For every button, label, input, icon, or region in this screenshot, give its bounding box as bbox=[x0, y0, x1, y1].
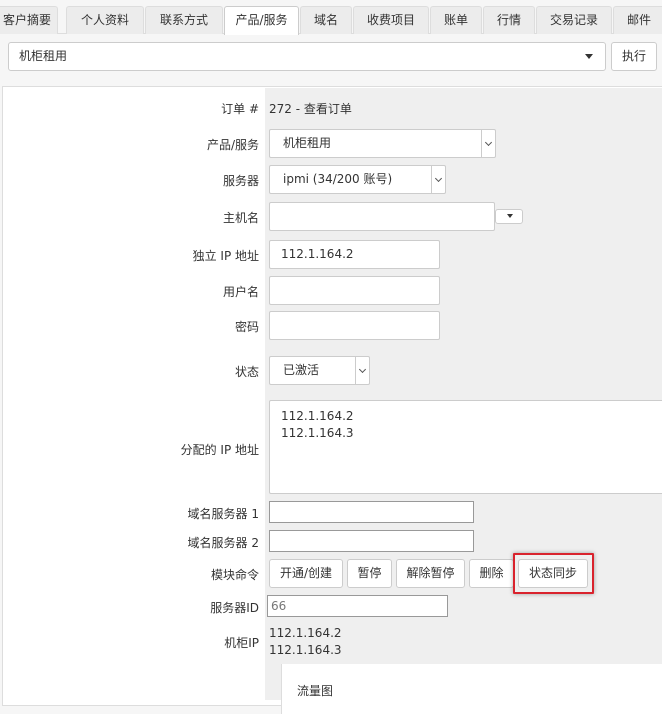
tab-emails[interactable]: 邮件 bbox=[613, 6, 662, 34]
rack-ip-label: 机柜IP bbox=[224, 636, 259, 650]
tab-bar: 客户摘要 个人资料 联系方式 产品/服务 域名 收费项目 账单 行情 交易记录 … bbox=[0, 0, 662, 35]
caret-down-icon bbox=[507, 214, 513, 218]
ns2-input[interactable] bbox=[269, 530, 474, 552]
chevron-down-icon bbox=[355, 357, 369, 384]
server-id-label: 服务器ID bbox=[210, 601, 259, 615]
tab-contacts[interactable]: 联系方式 bbox=[145, 6, 223, 34]
assigned-ip-line: 112.1.164.3 bbox=[281, 426, 354, 440]
tab-profile[interactable]: 个人资料 bbox=[66, 6, 144, 34]
product-label: 产品/服务 bbox=[206, 138, 259, 152]
server-label: 服务器 bbox=[222, 174, 259, 188]
product-selector-value: 机柜租用 bbox=[19, 49, 68, 63]
rack-ip-value-1: 112.1.164.2 bbox=[269, 626, 342, 640]
product-selector[interactable]: 机柜租用 bbox=[8, 42, 606, 71]
run-button[interactable]: 执行 bbox=[611, 42, 657, 71]
ns1-label: 域名服务器 1 bbox=[187, 507, 259, 521]
hostname-input[interactable] bbox=[269, 202, 495, 231]
assigned-ip-line: 112.1.164.2 bbox=[281, 409, 354, 423]
server-id-input[interactable]: 66 bbox=[267, 595, 448, 617]
password-label: 密码 bbox=[234, 320, 259, 334]
tab-invoices[interactable]: 账单 bbox=[430, 6, 482, 34]
traffic-section: 流量图 bbox=[281, 664, 662, 714]
status-select-value: 已激活 bbox=[283, 363, 320, 377]
dedicated-ip-input[interactable]: 112.1.164.2 bbox=[269, 240, 440, 269]
traffic-title: 流量图 bbox=[297, 684, 334, 698]
create-button[interactable]: 开通/创建 bbox=[269, 559, 343, 588]
tab-billable-items[interactable]: 收费项目 bbox=[353, 6, 429, 34]
unsuspend-button[interactable]: 解除暂停 bbox=[396, 559, 465, 588]
chevron-down-icon bbox=[431, 166, 445, 193]
ns1-input[interactable] bbox=[269, 501, 474, 523]
chevron-down-icon bbox=[481, 130, 495, 157]
hostname-label: 主机名 bbox=[222, 211, 259, 225]
product-select-value: 机柜租用 bbox=[283, 136, 332, 150]
username-input[interactable] bbox=[269, 276, 440, 305]
password-input[interactable] bbox=[269, 311, 440, 340]
tab-quotes[interactable]: 行情 bbox=[483, 6, 535, 34]
status-select[interactable]: 已激活 bbox=[269, 356, 370, 385]
rack-ip-value-2: 112.1.164.3 bbox=[269, 643, 342, 657]
server-select-value: ipmi (34/200 账号) bbox=[283, 172, 393, 186]
ns2-label: 域名服务器 2 bbox=[187, 536, 259, 550]
status-label: 状态 bbox=[234, 365, 259, 379]
tab-products[interactable]: 产品/服务 bbox=[224, 6, 299, 35]
username-label: 用户名 bbox=[222, 285, 259, 299]
highlight-box bbox=[513, 553, 594, 594]
assigned-ips-textarea[interactable]: 112.1.164.2 112.1.164.3 bbox=[269, 400, 662, 494]
terminate-button[interactable]: 删除 bbox=[469, 559, 514, 588]
tab-summary[interactable]: 客户摘要 bbox=[0, 6, 58, 34]
server-select[interactable]: ipmi (34/200 账号) bbox=[269, 165, 446, 194]
tab-domains[interactable]: 域名 bbox=[300, 6, 352, 34]
order-label: 订单 # bbox=[221, 102, 259, 116]
tab-transactions[interactable]: 交易记录 bbox=[536, 6, 612, 34]
module-commands-label: 模块命令 bbox=[210, 568, 259, 582]
order-link[interactable]: 272 - 查看订单 bbox=[269, 100, 352, 117]
dedicated-ip-label: 独立 IP 地址 bbox=[192, 249, 259, 263]
suspend-button[interactable]: 暂停 bbox=[347, 559, 392, 588]
product-select[interactable]: 机柜租用 bbox=[269, 129, 496, 158]
caret-down-icon bbox=[585, 54, 593, 59]
assigned-ips-label: 分配的 IP 地址 bbox=[180, 443, 259, 457]
